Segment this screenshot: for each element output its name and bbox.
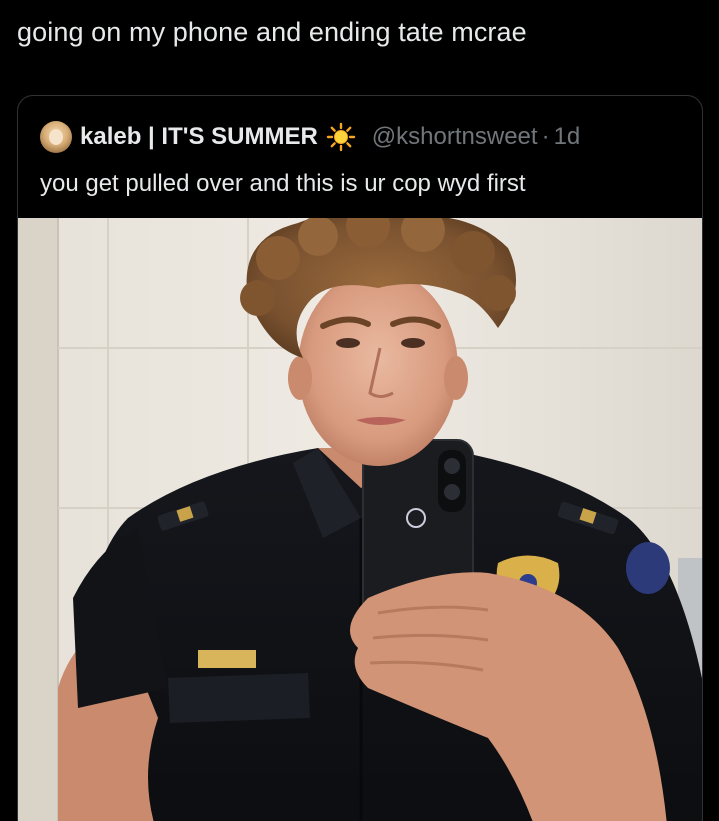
quoted-tweet-header: kaleb | IT'S SUMMER @kshortnsweet · 1d [40, 121, 581, 153]
tweet-screenshot: going on my phone and ending tate mcrae … [0, 0, 719, 821]
quoted-tweet-card[interactable]: kaleb | IT'S SUMMER @kshortnsweet · 1d y… [17, 95, 703, 821]
avatar[interactable] [40, 121, 72, 153]
attached-photo[interactable] [18, 218, 702, 821]
sun-icon [326, 122, 356, 152]
post-text: going on my phone and ending tate mcrae [17, 17, 527, 47]
mirror-selfie-image [18, 218, 702, 821]
display-name[interactable]: kaleb | IT'S SUMMER [80, 123, 318, 151]
separator-dot: · [541, 123, 550, 150]
handle[interactable]: @kshortnsweet [372, 123, 538, 151]
timestamp[interactable]: 1d [554, 123, 581, 151]
quoted-tweet-text: you get pulled over and this is ur cop w… [40, 170, 526, 197]
